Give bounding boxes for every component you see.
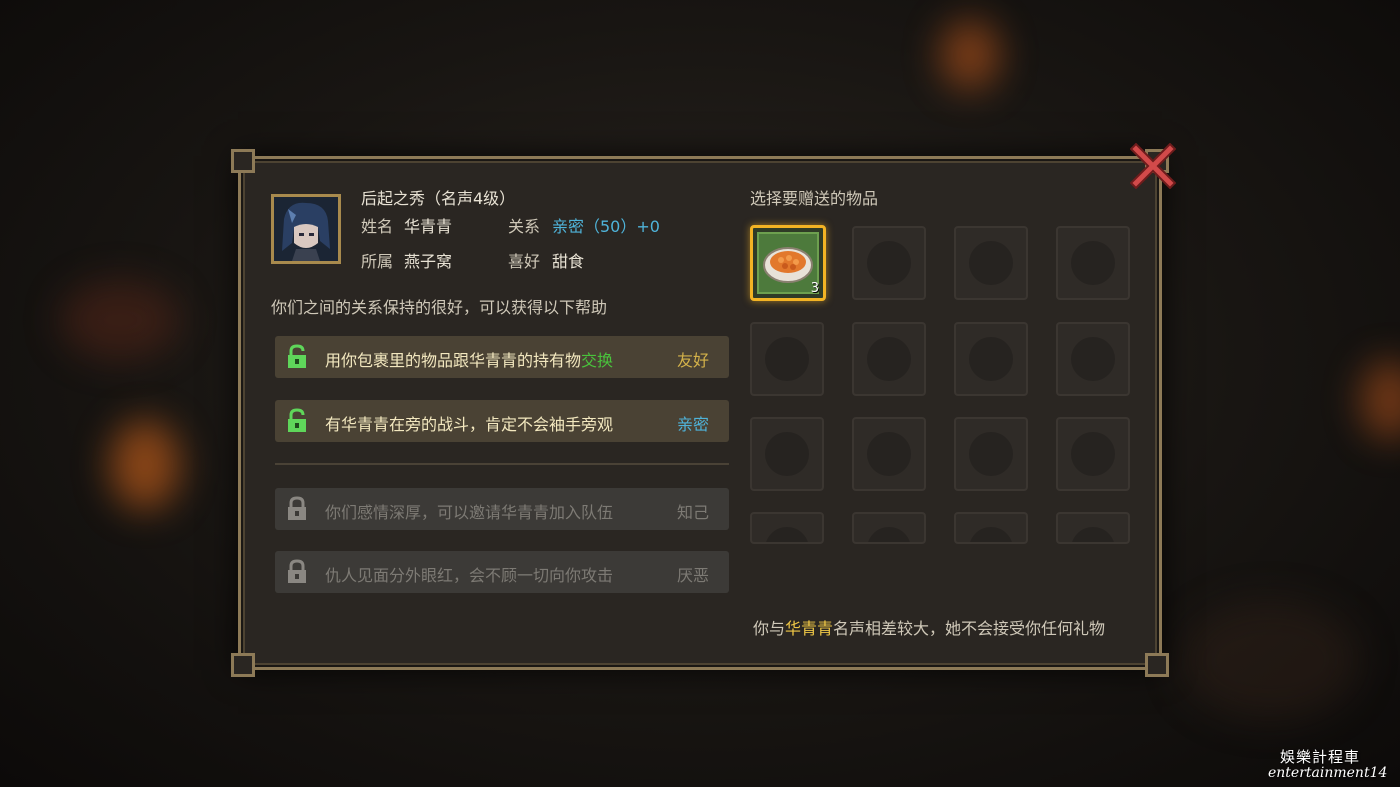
frame-corner [231, 653, 255, 677]
lock-icon [288, 496, 306, 520]
background-torch-glow [1360, 360, 1400, 440]
help-item-battle: 有华青青在旁的战斗，肯定不会袖手旁观 亲密 [275, 400, 729, 442]
background-torch-glow [940, 20, 1000, 90]
help-item-exchange[interactable]: 用你包裹里的物品跟华青青的持有物交换 友好 [275, 336, 729, 378]
required-relation: 亲密 [676, 415, 709, 434]
help-item-text: 仇人见面分外眼红，会不顾一切向你攻击 [325, 566, 614, 585]
gift-refusal-message: 你与华青青名声相差较大，她不会接受你任何礼物 [753, 619, 1106, 638]
help-item-hostile: 仇人见面分外眼红，会不顾一切向你攻击 厌恶 [275, 551, 729, 593]
relationship-intro: 你们之间的关系保持的很好，可以获得以下帮助 [271, 298, 608, 317]
frame-corner [1145, 653, 1169, 677]
gift-slot[interactable] [954, 512, 1028, 544]
gift-slot[interactable] [852, 417, 926, 491]
name-value: 华青青 [404, 217, 453, 236]
gift-slot[interactable] [954, 417, 1028, 491]
required-relation: 知己 [676, 503, 709, 522]
hobby-value: 甜食 [552, 252, 585, 271]
required-relation: 厌恶 [676, 566, 709, 585]
help-item-recruit: 你们感情深厚，可以邀请华青青加入队伍 知己 [275, 488, 729, 530]
gift-slot[interactable] [1056, 322, 1130, 396]
background-shadow [60, 280, 180, 360]
sweet-dish-icon [763, 247, 813, 283]
help-item-text: 用你包裹里的物品跟华青青的持有物交换 [325, 351, 614, 370]
exchange-link[interactable]: 交换 [581, 351, 613, 370]
unlock-icon [288, 344, 306, 368]
hobby-label: 喜好 [508, 252, 541, 271]
watermark-chinese: 娛樂計程車 [1280, 748, 1361, 766]
gift-slot[interactable] [852, 512, 926, 544]
character-title: 后起之秀（名声4级） [361, 189, 516, 208]
relation-label: 关系 [508, 217, 541, 236]
gift-slot[interactable] [954, 226, 1028, 300]
unlock-icon [288, 408, 306, 432]
relation-value: 亲密（50）+0 [552, 217, 660, 236]
gift-slot[interactable] [1056, 226, 1130, 300]
character-portrait [271, 194, 341, 264]
help-item-text: 有华青青在旁的战斗，肯定不会袖手旁观 [325, 415, 614, 434]
required-relation: 友好 [676, 351, 709, 370]
faction-value: 燕子窝 [404, 252, 453, 271]
faction-label: 所属 [361, 252, 394, 271]
item-background [757, 232, 819, 294]
gift-section-title: 选择要赠送的物品 [750, 189, 879, 208]
gift-slot[interactable] [750, 322, 824, 396]
gift-slot[interactable] [852, 322, 926, 396]
help-item-text: 你们感情深厚，可以邀请华青青加入队伍 [325, 503, 614, 522]
gift-slot[interactable] [750, 512, 824, 544]
gift-slot[interactable] [750, 417, 824, 491]
name-label: 姓名 [361, 217, 394, 236]
character-avatar [274, 197, 338, 261]
gift-slot[interactable] [1056, 512, 1130, 544]
watermark-english: entertainment14 [1268, 765, 1388, 781]
close-button[interactable] [1129, 142, 1177, 190]
gift-slot[interactable] [954, 322, 1028, 396]
close-icon [1129, 142, 1177, 190]
gift-slot-selected[interactable]: 3 [750, 225, 826, 301]
item-count: 3 [810, 281, 819, 296]
background-torch-glow [110, 420, 180, 510]
section-divider [275, 463, 729, 465]
frame-corner [231, 149, 255, 173]
gift-slot[interactable] [852, 226, 926, 300]
background-shadow [1180, 600, 1360, 720]
lock-icon [288, 559, 306, 583]
gift-slot[interactable] [1056, 417, 1130, 491]
